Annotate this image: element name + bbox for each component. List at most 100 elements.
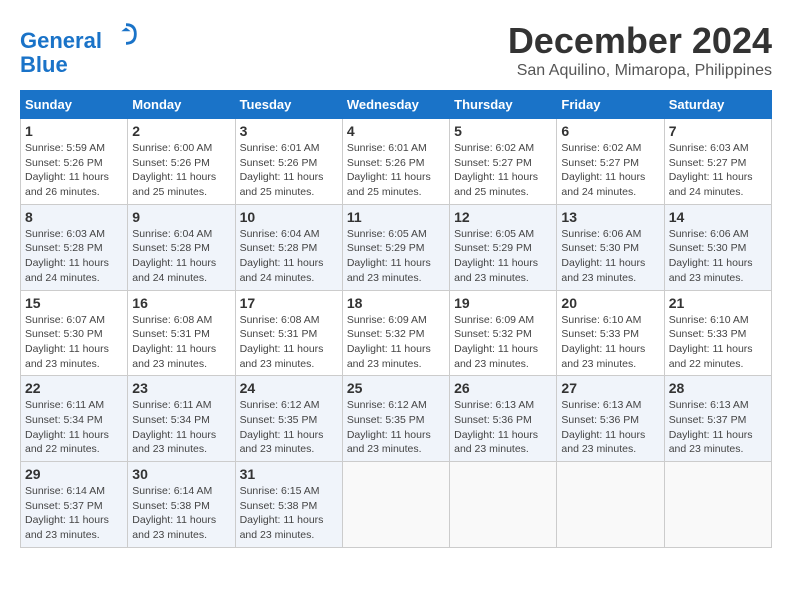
weekday-header-friday: Friday bbox=[557, 91, 664, 119]
day-info: Sunrise: 6:08 AMSunset: 5:31 PMDaylight:… bbox=[132, 313, 230, 372]
day-info: Sunrise: 6:14 AMSunset: 5:38 PMDaylight:… bbox=[132, 484, 230, 543]
weekday-header-row: SundayMondayTuesdayWednesdayThursdayFrid… bbox=[21, 91, 772, 119]
calendar-cell: 13 Sunrise: 6:06 AMSunset: 5:30 PMDayligh… bbox=[557, 204, 664, 290]
calendar-cell: 2Sunrise: 6:00 AMSunset: 5:26 PMDaylight… bbox=[128, 119, 235, 205]
day-info: Sunrise: 6:01 AMSunset: 5:26 PMDaylight:… bbox=[347, 141, 445, 200]
day-number: 8 bbox=[25, 209, 123, 225]
title-area: December 2024 San Aquilino, Mimaropa, Ph… bbox=[508, 20, 772, 80]
calendar-header: SundayMondayTuesdayWednesdayThursdayFrid… bbox=[21, 91, 772, 119]
calendar-cell: 10 Sunrise: 6:04 AMSunset: 5:28 PMDayligh… bbox=[235, 204, 342, 290]
day-info: Sunrise: 6:06 AMSunset: 5:30 PMDaylight:… bbox=[669, 227, 767, 286]
day-number: 16 bbox=[132, 295, 230, 311]
month-title: December 2024 bbox=[508, 20, 772, 62]
calendar-cell: 26Sunrise: 6:13 AMSunset: 5:36 PMDayligh… bbox=[450, 376, 557, 462]
week-row-1: 1Sunrise: 5:59 AMSunset: 5:26 PMDaylight… bbox=[21, 119, 772, 205]
day-number: 19 bbox=[454, 295, 552, 311]
calendar-cell: 20Sunrise: 6:10 AMSunset: 5:33 PMDayligh… bbox=[557, 290, 664, 376]
day-info: Sunrise: 6:06 AMSunset: 5:30 PMDaylight:… bbox=[561, 227, 659, 286]
day-info: Sunrise: 6:14 AMSunset: 5:37 PMDaylight:… bbox=[25, 484, 123, 543]
day-info: Sunrise: 6:00 AMSunset: 5:26 PMDaylight:… bbox=[132, 141, 230, 200]
logo: General Blue bbox=[20, 20, 140, 77]
calendar-cell: 12 Sunrise: 6:05 AMSunset: 5:29 PMDayligh… bbox=[450, 204, 557, 290]
weekday-header-monday: Monday bbox=[128, 91, 235, 119]
weekday-header-sunday: Sunday bbox=[21, 91, 128, 119]
day-info: Sunrise: 6:11 AMSunset: 5:34 PMDaylight:… bbox=[25, 398, 123, 457]
calendar-body: 1Sunrise: 5:59 AMSunset: 5:26 PMDaylight… bbox=[21, 119, 772, 548]
day-number: 28 bbox=[669, 380, 767, 396]
calendar-cell bbox=[450, 462, 557, 548]
day-number: 22 bbox=[25, 380, 123, 396]
day-info: Sunrise: 6:04 AMSunset: 5:28 PMDaylight:… bbox=[240, 227, 338, 286]
calendar-cell: 27 Sunrise: 6:13 AMSunset: 5:36 PMDayligh… bbox=[557, 376, 664, 462]
day-number: 14 bbox=[669, 209, 767, 225]
day-number: 1 bbox=[25, 123, 123, 139]
day-number: 17 bbox=[240, 295, 338, 311]
day-number: 31 bbox=[240, 466, 338, 482]
day-info: Sunrise: 6:13 AMSunset: 5:36 PMDaylight:… bbox=[454, 398, 552, 457]
day-number: 9 bbox=[132, 209, 230, 225]
day-info: Sunrise: 6:03 AMSunset: 5:27 PMDaylight:… bbox=[669, 141, 767, 200]
calendar-cell: 9 Sunrise: 6:04 AMSunset: 5:28 PMDaylight… bbox=[128, 204, 235, 290]
day-info: Sunrise: 6:01 AMSunset: 5:26 PMDaylight:… bbox=[240, 141, 338, 200]
day-number: 23 bbox=[132, 380, 230, 396]
calendar-cell: 8 Sunrise: 6:03 AMSunset: 5:28 PMDaylight… bbox=[21, 204, 128, 290]
calendar-cell: 31 Sunrise: 6:15 AMSunset: 5:38 PMDayligh… bbox=[235, 462, 342, 548]
calendar-cell: 6Sunrise: 6:02 AMSunset: 5:27 PMDaylight… bbox=[557, 119, 664, 205]
day-info: Sunrise: 6:02 AMSunset: 5:27 PMDaylight:… bbox=[454, 141, 552, 200]
weekday-header-saturday: Saturday bbox=[664, 91, 771, 119]
weekday-header-thursday: Thursday bbox=[450, 91, 557, 119]
day-info: Sunrise: 6:13 AMSunset: 5:36 PMDaylight:… bbox=[561, 398, 659, 457]
day-number: 3 bbox=[240, 123, 338, 139]
location-title: San Aquilino, Mimaropa, Philippines bbox=[508, 62, 772, 80]
calendar-cell: 15Sunrise: 6:07 AMSunset: 5:30 PMDayligh… bbox=[21, 290, 128, 376]
weekday-header-tuesday: Tuesday bbox=[235, 91, 342, 119]
calendar-cell: 14 Sunrise: 6:06 AMSunset: 5:30 PMDayligh… bbox=[664, 204, 771, 290]
day-info: Sunrise: 6:05 AMSunset: 5:29 PMDaylight:… bbox=[347, 227, 445, 286]
calendar-cell bbox=[342, 462, 449, 548]
calendar-cell: 23 Sunrise: 6:11 AMSunset: 5:34 PMDayligh… bbox=[128, 376, 235, 462]
day-info: Sunrise: 6:05 AMSunset: 5:29 PMDaylight:… bbox=[454, 227, 552, 286]
page-header: General Blue December 2024 San Aquilino,… bbox=[20, 20, 772, 80]
day-info: Sunrise: 6:12 AMSunset: 5:35 PMDaylight:… bbox=[240, 398, 338, 457]
week-row-5: 29 Sunrise: 6:14 AMSunset: 5:37 PMDayligh… bbox=[21, 462, 772, 548]
day-number: 5 bbox=[454, 123, 552, 139]
calendar-cell: 19 Sunrise: 6:09 AMSunset: 5:32 PMDayligh… bbox=[450, 290, 557, 376]
calendar-cell: 7 Sunrise: 6:03 AMSunset: 5:27 PMDaylight… bbox=[664, 119, 771, 205]
calendar-table: SundayMondayTuesdayWednesdayThursdayFrid… bbox=[20, 90, 772, 548]
day-info: Sunrise: 6:09 AMSunset: 5:32 PMDaylight:… bbox=[347, 313, 445, 372]
calendar-cell: 24Sunrise: 6:12 AMSunset: 5:35 PMDayligh… bbox=[235, 376, 342, 462]
calendar-cell: 25Sunrise: 6:12 AMSunset: 5:35 PMDayligh… bbox=[342, 376, 449, 462]
week-row-2: 8 Sunrise: 6:03 AMSunset: 5:28 PMDaylight… bbox=[21, 204, 772, 290]
weekday-header-wednesday: Wednesday bbox=[342, 91, 449, 119]
day-info: Sunrise: 6:15 AMSunset: 5:38 PMDaylight:… bbox=[240, 484, 338, 543]
day-number: 27 bbox=[561, 380, 659, 396]
logo-line2: Blue bbox=[20, 52, 68, 77]
day-number: 18 bbox=[347, 295, 445, 311]
day-info: Sunrise: 6:04 AMSunset: 5:28 PMDaylight:… bbox=[132, 227, 230, 286]
day-info: Sunrise: 6:10 AMSunset: 5:33 PMDaylight:… bbox=[561, 313, 659, 372]
calendar-cell: 29 Sunrise: 6:14 AMSunset: 5:37 PMDayligh… bbox=[21, 462, 128, 548]
calendar-cell: 30Sunrise: 6:14 AMSunset: 5:38 PMDayligh… bbox=[128, 462, 235, 548]
day-number: 7 bbox=[669, 123, 767, 139]
day-info: Sunrise: 6:03 AMSunset: 5:28 PMDaylight:… bbox=[25, 227, 123, 286]
calendar-cell: 28 Sunrise: 6:13 AMSunset: 5:37 PMDayligh… bbox=[664, 376, 771, 462]
calendar-cell: 11Sunrise: 6:05 AMSunset: 5:29 PMDayligh… bbox=[342, 204, 449, 290]
logo-icon bbox=[112, 20, 140, 48]
calendar-cell: 21Sunrise: 6:10 AMSunset: 5:33 PMDayligh… bbox=[664, 290, 771, 376]
calendar-cell: 16 Sunrise: 6:08 AMSunset: 5:31 PMDayligh… bbox=[128, 290, 235, 376]
day-number: 12 bbox=[454, 209, 552, 225]
calendar-cell: 18 Sunrise: 6:09 AMSunset: 5:32 PMDayligh… bbox=[342, 290, 449, 376]
calendar-cell: 5 Sunrise: 6:02 AMSunset: 5:27 PMDaylight… bbox=[450, 119, 557, 205]
day-number: 10 bbox=[240, 209, 338, 225]
day-number: 29 bbox=[25, 466, 123, 482]
day-number: 13 bbox=[561, 209, 659, 225]
day-info: Sunrise: 6:07 AMSunset: 5:30 PMDaylight:… bbox=[25, 313, 123, 372]
calendar-cell: 3 Sunrise: 6:01 AMSunset: 5:26 PMDaylight… bbox=[235, 119, 342, 205]
day-info: Sunrise: 6:09 AMSunset: 5:32 PMDaylight:… bbox=[454, 313, 552, 372]
day-number: 21 bbox=[669, 295, 767, 311]
week-row-4: 22 Sunrise: 6:11 AMSunset: 5:34 PMDayligh… bbox=[21, 376, 772, 462]
day-info: Sunrise: 6:13 AMSunset: 5:37 PMDaylight:… bbox=[669, 398, 767, 457]
day-info: Sunrise: 6:08 AMSunset: 5:31 PMDaylight:… bbox=[240, 313, 338, 372]
day-info: Sunrise: 6:11 AMSunset: 5:34 PMDaylight:… bbox=[132, 398, 230, 457]
day-number: 6 bbox=[561, 123, 659, 139]
